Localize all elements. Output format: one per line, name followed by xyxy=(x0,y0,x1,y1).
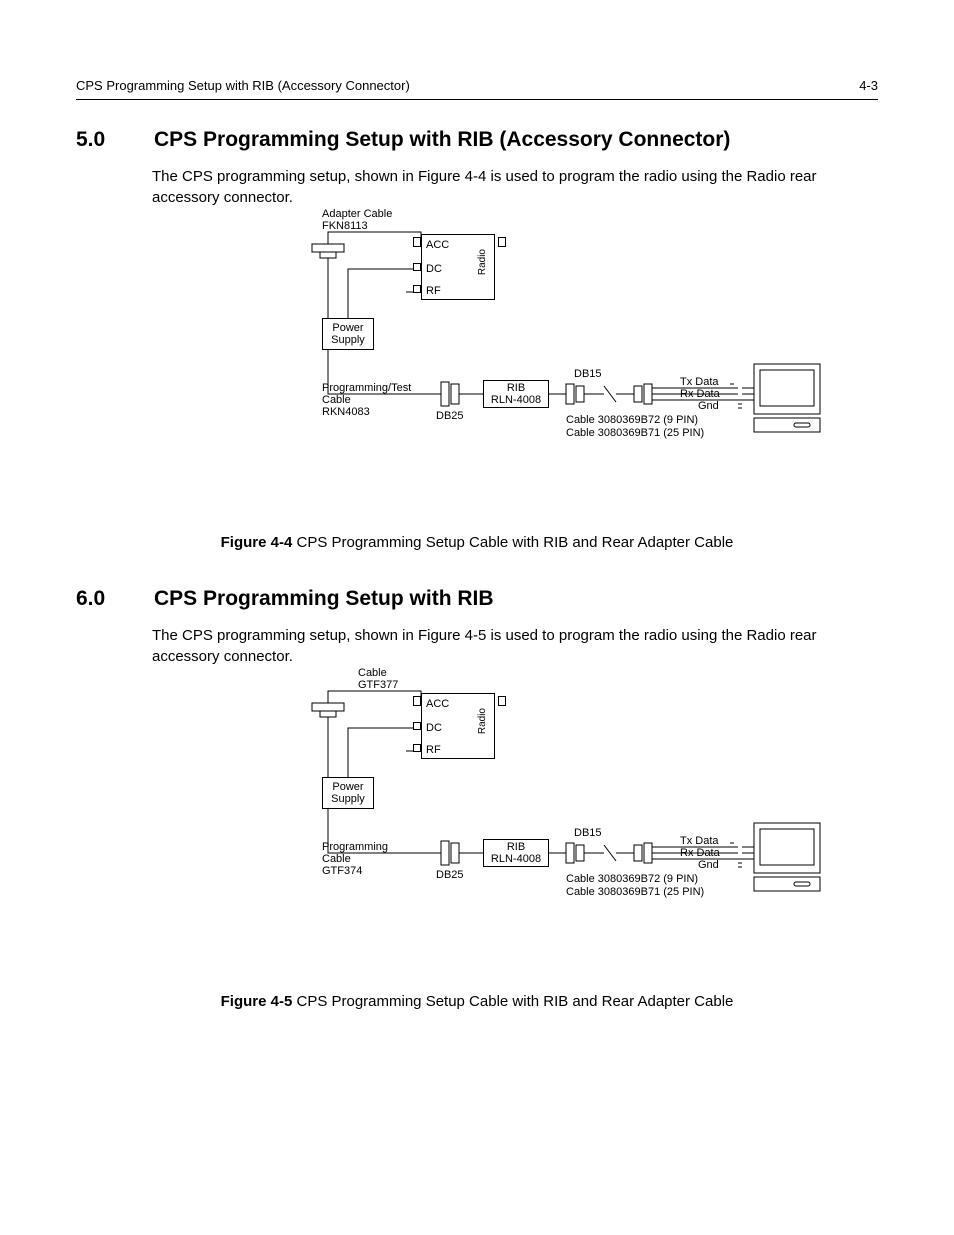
page-header: CPS Programming Setup with RIB (Accessor… xyxy=(76,78,878,100)
rf-port-icon xyxy=(413,744,421,752)
db15-label: DB15 xyxy=(574,827,602,839)
figure-4-4-caption: Figure 4-4 CPS Programming Setup Cable w… xyxy=(76,534,878,551)
section-6: 6.0 CPS Programming Setup with RIB The C… xyxy=(76,587,878,1010)
acc-port-icon xyxy=(413,237,421,247)
figure-4-5-caption: Figure 4-5 CPS Programming Setup Cable w… xyxy=(76,993,878,1010)
figure-4-4-diagram: Adapter Cable FKN8113 ACC DC RF Radio Po… xyxy=(266,214,826,444)
rib-box: RIB RLN-4008 xyxy=(483,839,549,867)
gnd-label: Gnd xyxy=(698,400,719,412)
figure-4-5-diagram: Cable GTF377 ACC DC RF Radio Power Suppl… xyxy=(266,673,826,903)
section-5-title: CPS Programming Setup with RIB (Accessor… xyxy=(154,128,730,152)
figure-4-5-text: CPS Programming Setup Cable with RIB and… xyxy=(296,993,733,1010)
rf-port-label: RF xyxy=(426,744,441,756)
tx-data-label: Tx Data xyxy=(680,376,719,388)
cable-9pin-label: Cable 3080369B72 (9 PIN) xyxy=(566,414,698,426)
radio-box: ACC DC RF Radio xyxy=(421,693,495,759)
radio-box: ACC DC RF Radio xyxy=(421,234,495,300)
section-6-title: CPS Programming Setup with RIB xyxy=(154,587,494,611)
power-supply-box: Power Supply xyxy=(322,777,374,809)
radio-top-port-icon xyxy=(498,696,506,706)
radio-label: Radio xyxy=(477,249,488,275)
cable-25pin-label: Cable 3080369B71 (25 PIN) xyxy=(566,427,704,439)
section-5-body: The CPS programming setup, shown in Figu… xyxy=(152,166,878,208)
programming-cable-label: Programming/Test Cable RKN4083 xyxy=(322,382,432,418)
acc-port-icon xyxy=(413,696,421,706)
rf-port-label: RF xyxy=(426,285,441,297)
dc-port-label: DC xyxy=(426,722,442,734)
radio-label: Radio xyxy=(477,708,488,734)
section-6-body: The CPS programming setup, shown in Figu… xyxy=(152,625,878,667)
rx-data-label: Rx Data xyxy=(680,388,720,400)
db25-label: DB25 xyxy=(436,410,464,422)
section-5-number: 5.0 xyxy=(76,128,122,152)
dc-port-icon xyxy=(413,263,421,271)
acc-port-label: ACC xyxy=(426,698,449,710)
acc-port-label: ACC xyxy=(426,239,449,251)
figure-4-5-label: Figure 4-5 xyxy=(221,993,293,1010)
db15-label: DB15 xyxy=(574,368,602,380)
dc-port-label: DC xyxy=(426,263,442,275)
rx-data-label: Rx Data xyxy=(680,847,720,859)
dc-port-icon xyxy=(413,722,421,730)
adapter-cable-label: Adapter Cable FKN8113 xyxy=(322,208,412,232)
cable-25pin-label: Cable 3080369B71 (25 PIN) xyxy=(566,886,704,898)
rib-box: RIB RLN-4008 xyxy=(483,380,549,408)
header-title: CPS Programming Setup with RIB (Accessor… xyxy=(76,78,410,93)
radio-top-port-icon xyxy=(498,237,506,247)
gnd-label: Gnd xyxy=(698,859,719,871)
power-supply-box: Power Supply xyxy=(322,318,374,350)
db25-label: DB25 xyxy=(436,869,464,881)
figure-4-4-text: CPS Programming Setup Cable with RIB and… xyxy=(296,534,733,551)
header-page: 4-3 xyxy=(859,78,878,93)
programming-cable-label: Programming Cable GTF374 xyxy=(322,841,432,877)
tx-data-label: Tx Data xyxy=(680,835,719,847)
adapter-cable-label: Cable GTF377 xyxy=(358,667,448,691)
figure-4-4-label: Figure 4-4 xyxy=(221,534,293,551)
cable-9pin-label: Cable 3080369B72 (9 PIN) xyxy=(566,873,698,885)
rf-port-icon xyxy=(413,285,421,293)
section-5: 5.0 CPS Programming Setup with RIB (Acce… xyxy=(76,128,878,551)
section-6-number: 6.0 xyxy=(76,587,122,611)
